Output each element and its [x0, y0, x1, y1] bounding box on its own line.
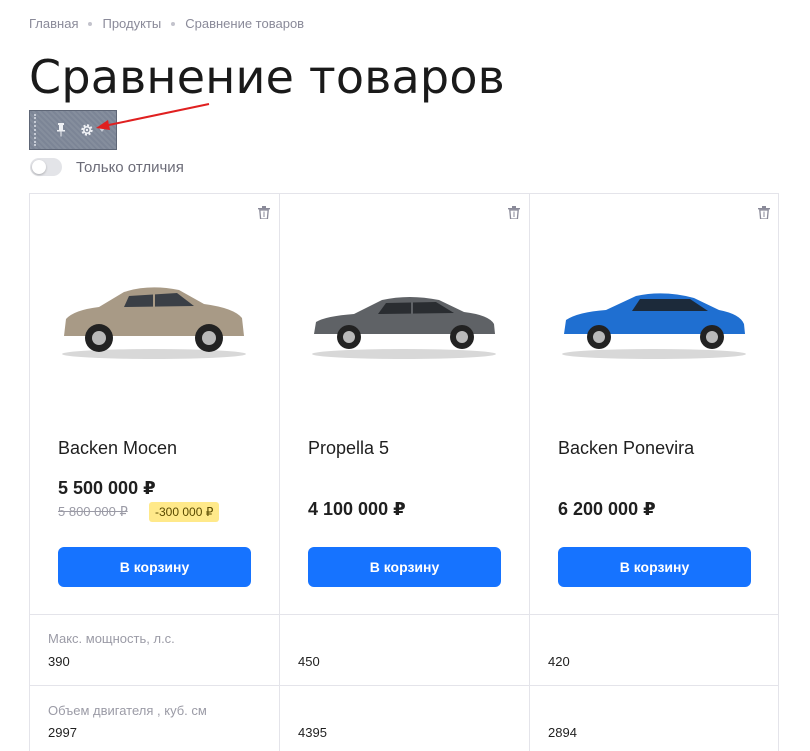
spec-value: 390: [48, 654, 70, 669]
trash-icon[interactable]: [508, 206, 520, 219]
product-name[interactable]: Backen Mocen: [58, 438, 177, 459]
breadcrumb-current: Сравнение товаров: [185, 16, 305, 31]
spec-value: 4395: [298, 725, 327, 740]
grip-icon[interactable]: [34, 114, 38, 146]
spec-label: Объем двигателя , куб. см: [48, 703, 207, 718]
trash-icon[interactable]: [258, 206, 270, 219]
annotation-arrow: [96, 103, 210, 130]
product-card: Propella 5 4 100 000 ₽ В корзину: [280, 194, 530, 614]
car-image: [562, 293, 746, 359]
pin-icon[interactable]: [56, 123, 66, 137]
row-divider: [30, 685, 778, 686]
spec-label: Макс. мощность, л.с.: [48, 631, 175, 646]
add-to-cart-button[interactable]: В корзину: [558, 547, 751, 587]
page-title: Сравнение товаров: [29, 50, 505, 104]
spec-value: 2997: [48, 725, 77, 740]
product-price: 6 200 000 ₽: [558, 499, 656, 519]
product-card: Backen Mocen 5 500 000 ₽ 5 800 000 ₽ -30…: [30, 194, 280, 614]
toggle-label: Только отличия: [76, 158, 184, 176]
product-card: Backen Ponevira 6 200 000 ₽ В корзину: [530, 194, 780, 614]
product-name[interactable]: Backen Ponevira: [558, 438, 694, 459]
car-image: [62, 287, 246, 359]
comparison-table: Backen Mocen 5 500 000 ₽ 5 800 000 ₽ -30…: [29, 193, 779, 751]
spec-value: 450: [298, 654, 320, 669]
add-to-cart-button[interactable]: В корзину: [308, 547, 501, 587]
breadcrumb: Главная Продукты Сравнение товаров: [29, 16, 304, 31]
breadcrumb-separator: [88, 21, 93, 26]
differences-toggle-row[interactable]: Только отличия: [30, 158, 184, 176]
toggle-knob: [32, 160, 46, 174]
breadcrumb-home[interactable]: Главная: [29, 16, 78, 31]
car-image: [312, 297, 496, 359]
discount-badge: -300 000 ₽: [149, 502, 220, 522]
add-to-cart-button[interactable]: В корзину: [58, 547, 251, 587]
product-old-price: 5 800 000 ₽: [58, 504, 128, 519]
product-price: 5 500 000 ₽: [58, 478, 156, 498]
product-price: 4 100 000 ₽: [308, 499, 406, 519]
breadcrumb-separator: [171, 21, 176, 26]
trash-icon[interactable]: [758, 206, 770, 219]
spec-value: 420: [548, 654, 570, 669]
product-name[interactable]: Propella 5: [308, 438, 389, 459]
spec-value: 2894: [548, 725, 577, 740]
differences-toggle[interactable]: [30, 158, 62, 176]
row-divider: [30, 614, 778, 615]
breadcrumb-products[interactable]: Продукты: [102, 16, 161, 31]
